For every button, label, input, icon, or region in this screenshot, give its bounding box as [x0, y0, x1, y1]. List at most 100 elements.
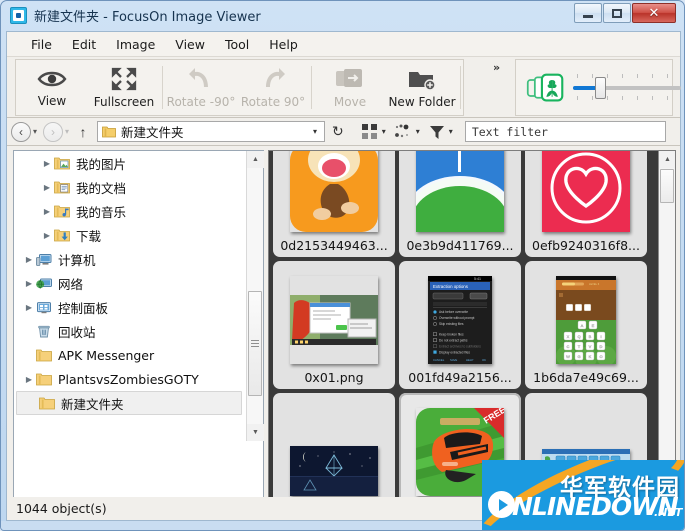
- tree-item-label: 下载: [76, 228, 102, 244]
- folder-icon: [39, 396, 55, 411]
- svg-text:E: E: [592, 323, 595, 328]
- move-button[interactable]: Move: [314, 60, 386, 115]
- client-area: File Edit Image View Tool Help View Full…: [6, 31, 681, 527]
- filter-button[interactable]: ▾: [429, 124, 453, 140]
- svg-text:O: O: [599, 354, 602, 359]
- menu-image[interactable]: Image: [106, 34, 165, 55]
- tree-scroll-up-arrow[interactable]: ▲: [247, 151, 264, 168]
- menu-tool[interactable]: Tool: [215, 34, 259, 55]
- watermark-tld-text: .NET: [654, 506, 683, 519]
- slider-thumb[interactable]: [594, 76, 606, 99]
- thumbnail-cell-2[interactable]: 0efb9240316f8...: [525, 151, 647, 257]
- thumbnail-scrollbar-thumb[interactable]: [660, 169, 674, 203]
- close-button[interactable]: ✕: [632, 3, 676, 23]
- minimize-icon: [583, 14, 593, 18]
- navigation-bar: ‹ ▾ › ▾ ↑ 新建文件夹 ▾ ↻ ▾ ▾ ▾ Text filter: [7, 118, 680, 146]
- rotate-right-button-label: Rotate 90°: [240, 94, 306, 109]
- sort-button[interactable]: ▾: [394, 124, 420, 140]
- svg-text:Extract archives to subfolders: Extract archives to subfolders: [439, 344, 481, 348]
- network-icon: [36, 276, 52, 291]
- expand-arrow-icon[interactable]: ▶: [40, 207, 54, 216]
- tree-item-9[interactable]: ▶ PlantsvsZombiesGOTY: [14, 367, 247, 391]
- menu-file[interactable]: File: [21, 34, 62, 55]
- fullscreen-icon: [111, 67, 137, 90]
- thumbnail-caption: 0x01.png: [304, 370, 364, 385]
- address-dropdown-caret[interactable]: ▾: [313, 127, 317, 136]
- tree-item-5[interactable]: ▶ 网络: [14, 271, 247, 295]
- view-mode-button[interactable]: ▾: [361, 123, 386, 140]
- close-icon: ✕: [648, 5, 660, 21]
- sort-caret[interactable]: ▾: [416, 127, 420, 136]
- thumbnail-cell-5[interactable]: LEVEL 6 A E X Q B I C T V D W G K O 1b6d…: [525, 261, 647, 389]
- tree-item-6[interactable]: ▶ 控制面板: [14, 295, 247, 319]
- tree-item-label: 控制面板: [58, 300, 109, 316]
- toolbar-separator-2: [311, 66, 312, 109]
- tree-item-1[interactable]: ▶ 我的文档: [14, 175, 247, 199]
- tree-item-label: 网络: [58, 276, 84, 292]
- application-window: 新建文件夹 - FocusOn Image Viewer ✕ File Edit…: [0, 0, 685, 531]
- maximize-button[interactable]: [603, 3, 631, 23]
- tree-scrollbar[interactable]: ▲ ▼: [246, 151, 264, 441]
- view-mode-caret[interactable]: ▾: [382, 127, 386, 136]
- tree-item-8[interactable]: APK Messenger: [14, 343, 247, 367]
- text-filter-input[interactable]: Text filter: [464, 121, 666, 142]
- expand-arrow-icon[interactable]: ▶: [40, 183, 54, 192]
- forward-button[interactable]: ›: [43, 121, 64, 142]
- toolbar-overflow-button[interactable]: »: [493, 61, 500, 74]
- menu-help[interactable]: Help: [259, 34, 308, 55]
- grid-view-icon: [361, 123, 377, 139]
- tree-item-7[interactable]: 回收站: [14, 319, 247, 343]
- refresh-button[interactable]: ↻: [332, 123, 344, 140]
- tree-item-3[interactable]: ▶ 下载: [14, 223, 247, 247]
- view-button[interactable]: View: [16, 60, 88, 115]
- expand-arrow-icon[interactable]: ▶: [22, 255, 36, 264]
- tree-item-label: 新建文件夹: [61, 396, 124, 412]
- watermark-play-icon: [488, 491, 515, 518]
- folder-tree-panel: ▶ 我的图片 ▶ 我的文档 ▶ 我的音乐 ▶ 下载 ▶ 计算机 ▶ 网络 ▶ 控制面板 回收站 APK Mes…: [13, 150, 264, 518]
- thumbnail-caption: 001fd49a2156...: [408, 370, 512, 385]
- address-bar[interactable]: 新建文件夹 ▾: [97, 121, 326, 142]
- thumbnail-caption: 0e3b9d411769...: [406, 238, 514, 253]
- minimize-button[interactable]: [574, 3, 602, 23]
- tree-item-4[interactable]: ▶ 计算机: [14, 247, 247, 271]
- back-history-caret[interactable]: ▾: [33, 127, 37, 136]
- thumbnail-size-slider[interactable]: [572, 68, 681, 108]
- thumbnail-caption: 0efb9240316f8...: [532, 238, 640, 253]
- rotate-left-button[interactable]: Rotate -90°: [165, 60, 237, 115]
- recycle-bin-icon: [36, 324, 52, 339]
- folder-pictures-icon: [54, 156, 70, 171]
- rotate-right-button[interactable]: Rotate 90°: [237, 60, 309, 115]
- expand-arrow-icon[interactable]: ▶: [22, 303, 36, 312]
- expand-arrow-icon[interactable]: ▶: [22, 279, 36, 288]
- thumbnail-cell-3[interactable]: 0x01.png: [273, 261, 395, 389]
- expand-arrow-icon[interactable]: ▶: [40, 159, 54, 168]
- maximize-icon: [612, 8, 622, 18]
- fullscreen-button[interactable]: Fullscreen: [88, 60, 160, 115]
- svg-text:Skip existing files: Skip existing files: [439, 322, 464, 326]
- tree-scroll-down-arrow[interactable]: ▼: [247, 424, 264, 441]
- forward-history-caret[interactable]: ▾: [65, 127, 69, 136]
- thumbnail-cell-0[interactable]: 0d2153449463...: [273, 151, 395, 257]
- expand-arrow-icon[interactable]: ▶: [22, 375, 36, 384]
- thumbnail-cell-1[interactable]: 0e3b9d411769...: [399, 151, 521, 257]
- tree-item-10[interactable]: 新建文件夹: [16, 391, 242, 415]
- expand-arrow-icon[interactable]: ▶: [40, 231, 54, 240]
- toolbar-main-group: View Fullscreen Rotate -90° Rotate 90° M…: [15, 59, 464, 116]
- menu-view[interactable]: View: [165, 34, 215, 55]
- sort-icon: [394, 124, 409, 137]
- tree-item-2[interactable]: ▶ 我的音乐: [14, 199, 247, 223]
- filter-caret[interactable]: ▾: [449, 127, 453, 136]
- thumbnail-cell-4[interactable]: 5:41 Extraction options Ask before overw…: [399, 261, 521, 389]
- svg-text:CANCEL: CANCEL: [433, 358, 445, 362]
- back-button[interactable]: ‹: [11, 121, 31, 142]
- thumbnail-scroll-up-arrow[interactable]: ▲: [659, 151, 675, 168]
- tree-item-0[interactable]: ▶ 我的图片: [14, 151, 247, 175]
- thumbnail-size-group: [515, 59, 681, 116]
- tree-scrollbar-thumb[interactable]: [248, 291, 262, 396]
- window-title: 新建文件夹 - FocusOn Image Viewer: [34, 10, 261, 25]
- svg-text:5:41: 5:41: [474, 277, 481, 281]
- svg-text:V: V: [589, 344, 592, 349]
- new-folder-button[interactable]: New Folder: [386, 60, 458, 115]
- up-button[interactable]: ↑: [75, 124, 91, 140]
- menu-edit[interactable]: Edit: [62, 34, 106, 55]
